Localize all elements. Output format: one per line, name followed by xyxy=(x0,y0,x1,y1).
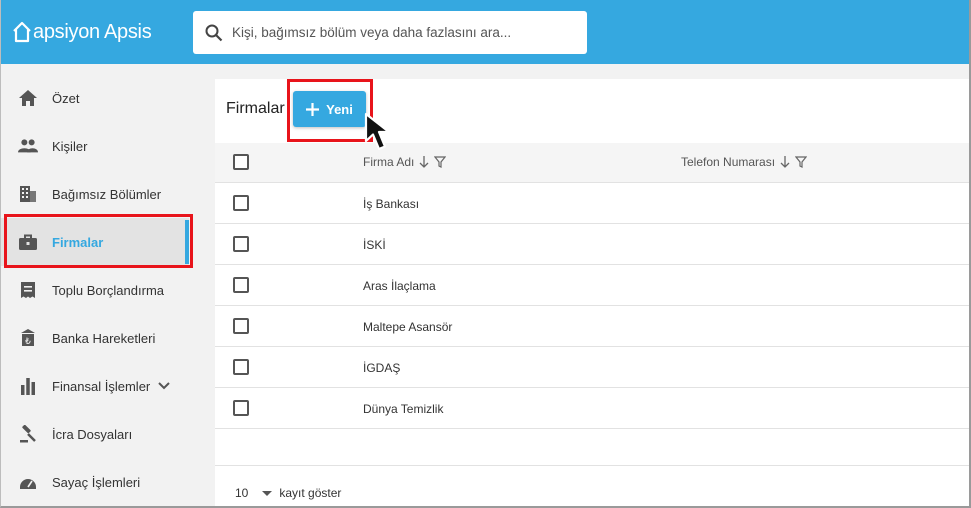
sidebar-item-ozet[interactable]: Özet xyxy=(1,74,189,122)
table-row[interactable]: İş Bankası xyxy=(215,183,969,224)
page-size-value: 10 xyxy=(235,486,249,500)
filter-icon[interactable] xyxy=(795,156,808,168)
row-checkbox[interactable] xyxy=(233,318,249,334)
chevron-down-icon[interactable] xyxy=(158,382,170,390)
home-icon xyxy=(18,88,38,108)
page-title: Firmalar xyxy=(226,100,285,117)
search-box[interactable] xyxy=(193,11,587,54)
house-logo-icon xyxy=(13,21,31,43)
company-name: İSKİ xyxy=(363,238,386,252)
filter-icon[interactable] xyxy=(434,156,447,168)
highlight-box-new-button xyxy=(287,79,373,142)
column-header-firma-adi[interactable]: Firma Adı xyxy=(363,155,447,169)
sidebar: Özet Kişiler Bağımsız Bölümler Firmalar … xyxy=(1,64,189,506)
table-footer: 10 kayıt göster xyxy=(215,465,969,506)
table-row[interactable]: Aras İlaçlama xyxy=(215,265,969,306)
table-row[interactable]: İSKİ xyxy=(215,224,969,265)
mouse-pointer-icon xyxy=(364,112,391,151)
select-all-checkbox[interactable] xyxy=(233,154,249,170)
page-size-label: kayıt göster xyxy=(279,486,342,500)
top-bar: apsiyon Apsis xyxy=(1,0,969,64)
row-checkbox[interactable] xyxy=(233,277,249,293)
meter-icon xyxy=(18,472,38,492)
row-checkbox[interactable] xyxy=(233,195,249,211)
companies-card: Firmalar Yeni Firma Adı Telefon Numarası… xyxy=(215,79,969,506)
gavel-icon xyxy=(18,424,38,444)
sidebar-item-bagimsiz-bolumler[interactable]: Bağımsız Bölümler xyxy=(1,170,189,218)
sidebar-item-label: Kişiler xyxy=(52,138,88,154)
sidebar-item-label: Bağımsız Bölümler xyxy=(52,186,162,202)
table-row[interactable]: Dünya Temizlik xyxy=(215,388,969,429)
sidebar-item-label: Toplu Borçlandırma xyxy=(52,282,164,298)
search-icon xyxy=(205,24,223,41)
app-window: apsiyon Apsis Özet Kişiler Bağımsız Bölü… xyxy=(0,0,971,508)
building-icon xyxy=(18,184,38,204)
sidebar-item-label: Sayaç İşlemleri xyxy=(52,474,141,490)
sidebar-item-sayac-islemleri[interactable]: Sayaç İşlemleri xyxy=(1,458,189,506)
search-input[interactable] xyxy=(232,25,572,40)
company-name: İş Bankası xyxy=(363,197,420,211)
sidebar-item-label: Finansal İşlemler xyxy=(52,378,151,394)
sidebar-item-toplu-borclandirma[interactable]: Toplu Borçlandırma xyxy=(1,266,189,314)
sidebar-item-label: Özet xyxy=(52,90,80,106)
page-size-selector[interactable]: 10 kayıt göster xyxy=(235,486,341,500)
table-header: Firma Adı Telefon Numarası xyxy=(215,143,969,183)
column-label: Telefon Numarası xyxy=(681,155,776,169)
bank-icon: ₺ xyxy=(18,328,38,348)
sort-arrow-icon[interactable] xyxy=(419,156,429,168)
logo-text: apsiyon Apsis xyxy=(33,20,152,43)
company-name: Maltepe Asansör xyxy=(363,320,453,334)
sidebar-item-banka-hareketleri[interactable]: ₺ Banka Hareketleri xyxy=(1,314,189,362)
company-name: Aras İlaçlama xyxy=(363,279,436,293)
row-checkbox[interactable] xyxy=(233,400,249,416)
row-checkbox[interactable] xyxy=(233,236,249,252)
sort-arrow-icon[interactable] xyxy=(780,156,790,168)
sidebar-item-icra-dosyalari[interactable]: İcra Dosyaları xyxy=(1,410,189,458)
sidebar-item-finansal-islemler[interactable]: Finansal İşlemler xyxy=(1,362,189,410)
column-header-telefon-numarasi[interactable]: Telefon Numarası xyxy=(681,155,808,169)
app-logo[interactable]: apsiyon Apsis xyxy=(12,18,152,46)
sidebar-item-label: Banka Hareketleri xyxy=(52,330,156,346)
caret-down-icon[interactable] xyxy=(262,490,273,496)
sidebar-item-label: İcra Dosyaları xyxy=(52,426,133,442)
bar-chart-icon xyxy=(18,376,38,396)
receipt-icon xyxy=(18,280,38,300)
column-label: Firma Adı xyxy=(363,155,415,169)
company-name: İGDAŞ xyxy=(363,361,401,375)
table-row[interactable]: Maltepe Asansör xyxy=(215,306,969,347)
table-row[interactable]: İGDAŞ xyxy=(215,347,969,388)
people-icon xyxy=(18,136,38,156)
company-name: Dünya Temizlik xyxy=(363,402,444,416)
sidebar-item-kisiler[interactable]: Kişiler xyxy=(1,122,189,170)
row-checkbox[interactable] xyxy=(233,359,249,375)
highlight-box-sidebar xyxy=(4,214,193,268)
svg-text:₺: ₺ xyxy=(25,337,31,347)
